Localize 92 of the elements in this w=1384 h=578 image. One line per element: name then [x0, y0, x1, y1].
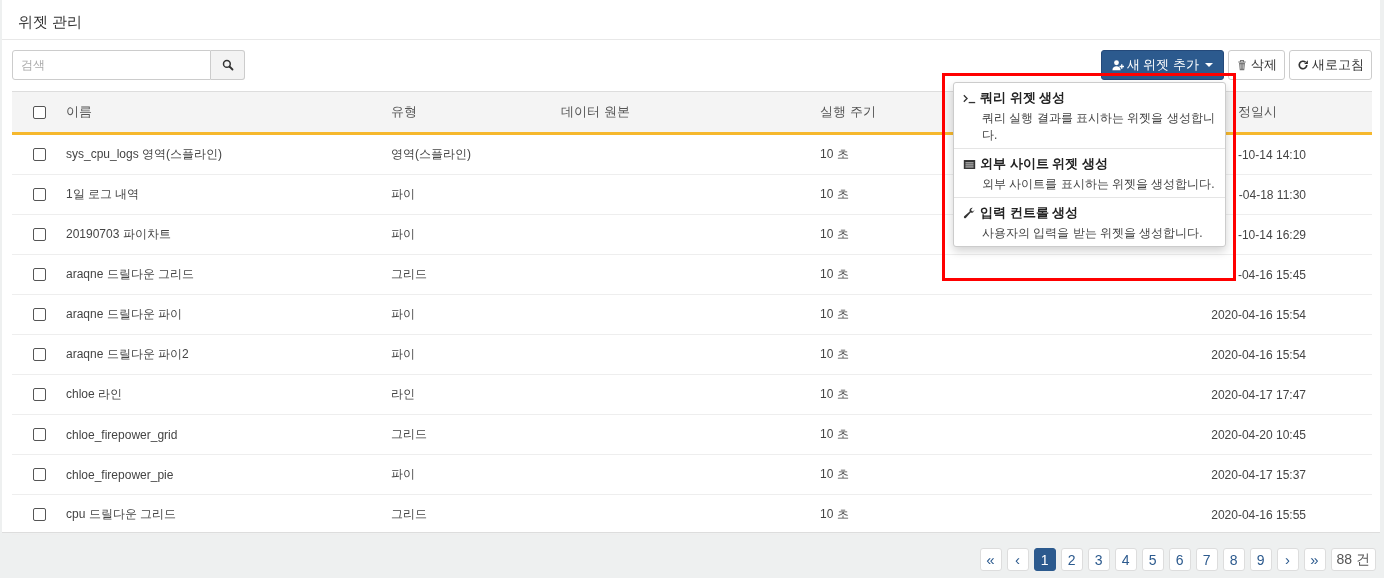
table-cell: 그리드: [391, 266, 427, 283]
search-icon: [221, 59, 234, 71]
last-page-button[interactable]: »: [1303, 548, 1326, 571]
table-cell: cpu 드릴다운 그리드: [66, 506, 176, 523]
table-cell: 2020-04-17 15:37: [1211, 467, 1306, 482]
table-cell: sys_cpu_logs 영역(스플라인): [66, 146, 223, 163]
table-cell: 영역(스플라인): [391, 146, 471, 163]
table-cell: 10 초: [820, 146, 849, 163]
page-button[interactable]: 3: [1087, 548, 1110, 571]
page-button[interactable]: 5: [1141, 548, 1164, 571]
checkbox[interactable]: [32, 508, 46, 521]
first-page-button[interactable]: «: [979, 548, 1002, 571]
delete-button[interactable]: 삭제: [1228, 50, 1285, 80]
table-cell: -04-16 15:45: [1237, 267, 1306, 282]
checkbox[interactable]: [32, 188, 46, 201]
table-cell: 10 초: [820, 466, 849, 483]
user-plus-icon: [1111, 59, 1124, 71]
checkbox[interactable]: [32, 228, 46, 241]
menu-item[interactable]: 입력 컨트롤 생성 사용자의 입력을 받는 위젯을 생성합니다.: [954, 198, 1225, 246]
table-cell: araqne 드릴다운 파이2: [66, 346, 189, 363]
add-widget-button[interactable]: 새 위젯 추가: [1100, 50, 1224, 80]
table-cell: 그리드: [391, 506, 427, 523]
table-cell: 파이: [391, 466, 415, 483]
table-cell: chloe_firepower_pie: [66, 467, 174, 482]
table-cell: 20190703 파이차트: [66, 226, 171, 243]
table-cell: 1일 로그 내역: [66, 186, 140, 203]
checkbox[interactable]: [32, 148, 46, 161]
column-header[interactable]: 유형: [391, 103, 417, 121]
checkbox[interactable]: [32, 348, 46, 361]
refresh-button[interactable]: 새로고침: [1289, 50, 1372, 80]
table-cell: 10 초: [820, 186, 849, 203]
column-header[interactable]: 이름: [66, 103, 92, 121]
table-cell: 10 초: [820, 226, 849, 243]
table-cell: chloe_firepower_grid: [66, 427, 178, 442]
page-button[interactable]: 8: [1222, 548, 1245, 571]
search-button[interactable]: [211, 50, 245, 80]
list-icon: [963, 157, 976, 171]
search-field[interactable]: 검색: [12, 50, 211, 80]
table-cell: 파이: [391, 226, 415, 243]
column-header[interactable]: 정일시: [1238, 103, 1277, 121]
caret-icon: [1205, 63, 1213, 67]
menu-item-description: 쿼리 실행 결과를 표시하는 위젯을 생성합니다.: [981, 110, 1216, 144]
checkbox[interactable]: [32, 308, 46, 321]
checkbox[interactable]: [32, 268, 46, 281]
page-button[interactable]: 9: [1249, 548, 1272, 571]
menu-item[interactable]: 쿼리 위젯 생성 쿼리 실행 결과를 표시하는 위젯을 생성합니다.: [954, 83, 1225, 149]
wrench-icon: [963, 206, 976, 220]
table-cell: 10 초: [820, 346, 849, 363]
page-button[interactable]: 2: [1060, 548, 1083, 571]
table-cell: 2020-04-16 15:55: [1211, 507, 1306, 522]
total-count: 88 건: [1330, 548, 1376, 571]
table-cell: araqne 드릴다운 파이: [66, 306, 183, 323]
column-header[interactable]: 데이터 원본: [561, 103, 630, 121]
table-cell: -10-14 14:10: [1237, 147, 1306, 162]
column-header[interactable]: 실행 주기: [820, 103, 876, 121]
checkbox[interactable]: [32, 468, 46, 481]
previous-page-button[interactable]: ‹: [1006, 548, 1029, 571]
page-button[interactable]: 1: [1033, 548, 1056, 571]
checkbox[interactable]: [32, 105, 46, 119]
menu-item-description: 사용자의 입력을 받는 위젯을 생성합니다.: [981, 225, 1204, 242]
table-cell: 2020-04-20 10:45: [1211, 427, 1306, 442]
menu-item-title: 입력 컨트롤 생성: [980, 204, 1079, 222]
table-cell: 10 초: [820, 426, 849, 443]
table-cell: 라인: [391, 386, 415, 403]
table-cell: araqne 드릴다운 그리드: [66, 266, 195, 283]
menu-item[interactable]: 외부 사이트 위젯 생성 외부 사이트를 표시하는 위젯을 생성합니다.: [954, 149, 1225, 198]
table-cell: chloe 라인: [66, 386, 123, 403]
checkbox[interactable]: [32, 388, 46, 401]
panel-title: 위젯 관리: [2, 0, 1380, 40]
page-button[interactable]: 6: [1168, 548, 1191, 571]
menu-item-description: 외부 사이트를 표시하는 위젯을 생성합니다.: [981, 176, 1216, 193]
table-cell: 10 초: [820, 506, 849, 523]
table-cell: -10-14 16:29: [1237, 227, 1306, 242]
table-cell: 그리드: [391, 426, 427, 443]
checkbox[interactable]: [32, 428, 46, 441]
next-page-button[interactable]: ›: [1276, 548, 1299, 571]
refresh-icon: [1297, 59, 1309, 71]
page-button[interactable]: 7: [1195, 548, 1218, 571]
table-cell: 파이: [391, 306, 415, 323]
table-cell: 10 초: [820, 306, 849, 323]
table-cell: 2020-04-17 17:47: [1211, 387, 1306, 402]
table-cell: 파이: [391, 346, 415, 363]
trash-icon: [1236, 59, 1248, 71]
table-cell: 10 초: [820, 266, 849, 283]
table-cell: 10 초: [820, 386, 849, 403]
page-button[interactable]: 4: [1114, 548, 1137, 571]
menu-item-title: 외부 사이트 위젯 생성: [980, 155, 1108, 173]
menu-item-title: 쿼리 위젯 생성: [980, 89, 1066, 107]
table-cell: 2020-04-16 15:54: [1211, 347, 1306, 362]
table-cell: 파이: [391, 186, 415, 203]
table-cell: -04-18 11:30: [1238, 187, 1306, 202]
table-cell: 2020-04-16 15:54: [1211, 307, 1306, 322]
